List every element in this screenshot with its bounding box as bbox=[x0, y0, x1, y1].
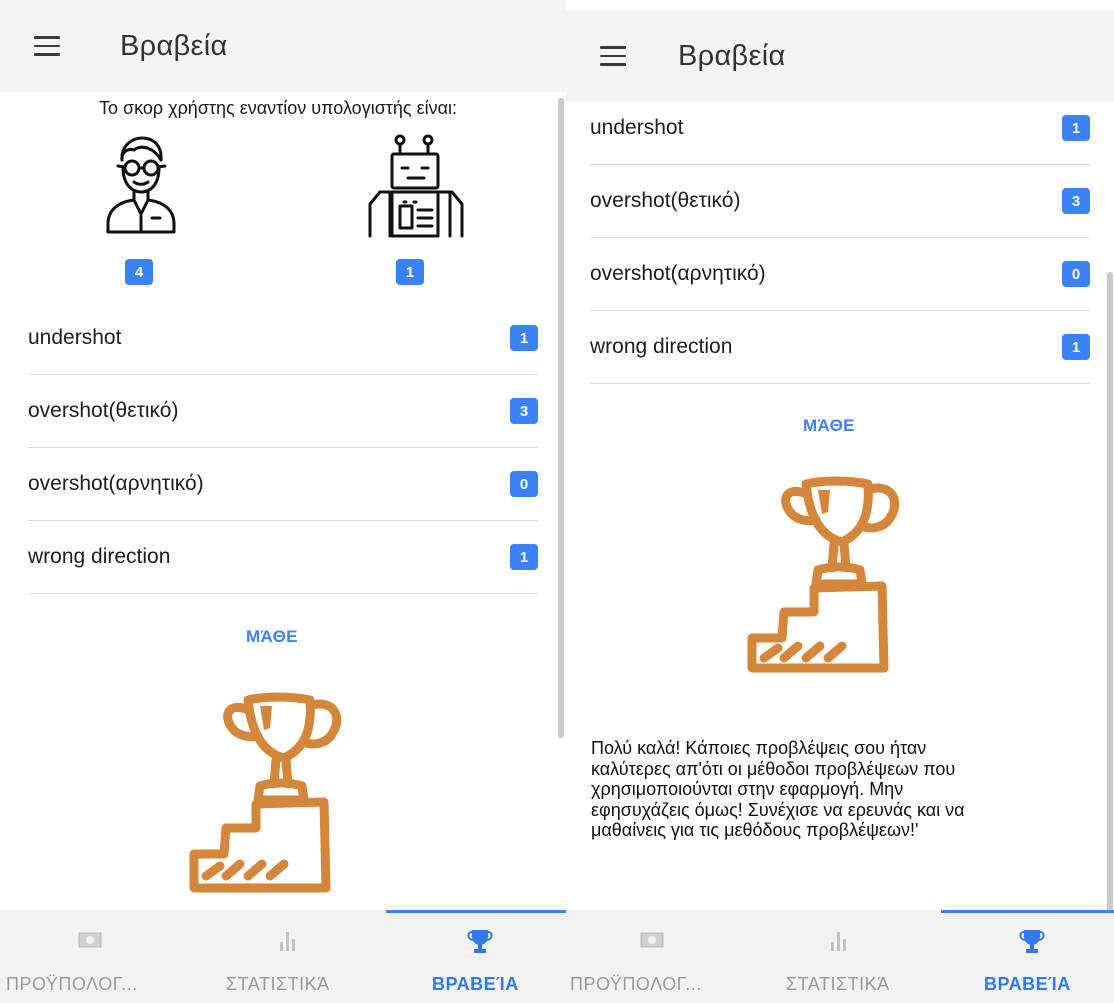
robot-icon bbox=[368, 134, 464, 238]
stat-label: overshot(αρνητικό) bbox=[590, 262, 766, 285]
trophy-icon bbox=[1019, 930, 1045, 953]
tab-statistics[interactable]: ΣΤΑΤΙΣΤΙΚΆ bbox=[766, 910, 926, 1003]
stat-list: undershot 1 overshot(θετικό) 3 overshot(… bbox=[590, 102, 1090, 384]
list-item: undershot 1 bbox=[590, 102, 1090, 165]
list-item: overshot(αρνητικό) 0 bbox=[590, 238, 1090, 311]
stat-count-badge: 3 bbox=[510, 398, 538, 424]
stat-label: wrong direction bbox=[28, 545, 171, 568]
list-item: overshot(θετικό) 3 bbox=[28, 375, 538, 448]
stat-count-badge: 1 bbox=[1062, 115, 1090, 141]
message-line: καλύτερες απ'ότι οι μέθοδοι προβλέψεων π… bbox=[591, 758, 956, 779]
scrollbar[interactable] bbox=[558, 98, 564, 738]
money-icon bbox=[640, 932, 664, 948]
page-title: Βραβεία bbox=[120, 29, 228, 62]
score-heading: Το σκορ χρήστης εναντίον υπολογιστής είν… bbox=[98, 98, 458, 118]
app-bar: Βραβεία bbox=[0, 0, 566, 92]
user-score-badge: 4 bbox=[125, 259, 153, 285]
stat-count-badge: 1 bbox=[1062, 334, 1090, 360]
stat-count-badge: 3 bbox=[1062, 188, 1090, 214]
app-bar: Βραβεία bbox=[566, 10, 1114, 102]
tab-label: ΒΡΑΒΕΊΑ bbox=[984, 974, 1071, 994]
message-line: εφησυχάζεις όμως! Συνέχισε να ερευνάς κα… bbox=[591, 799, 965, 820]
awards-content[interactable]: Το σκορ χρήστης εναντίον υπολογιστής είν… bbox=[0, 92, 566, 910]
stat-label: undershot bbox=[590, 116, 684, 139]
tab-budget[interactable]: ΠΡΟΫΠΟΛΟΓ... bbox=[0, 910, 180, 1003]
tab-label: ΣΤΑΤΙΣΤΙΚΆ bbox=[786, 974, 890, 994]
money-icon bbox=[78, 932, 102, 948]
tab-statistics[interactable]: ΣΤΑΤΙΣΤΙΚΆ bbox=[210, 910, 370, 1003]
stat-label: overshot(αρνητικό) bbox=[28, 472, 204, 495]
computer-score-badge: 1 bbox=[396, 259, 424, 285]
stat-list: undershot 1 overshot(θετικό) 3 overshot(… bbox=[28, 302, 538, 594]
stat-label: undershot bbox=[28, 326, 122, 349]
menu-icon[interactable] bbox=[600, 46, 626, 66]
trophy-on-podium-icon bbox=[189, 692, 342, 893]
screen-left: Βραβεία Το σκορ χρήστης εναντίον υπολογι… bbox=[0, 0, 566, 1003]
list-item: wrong direction 1 bbox=[28, 521, 538, 594]
learn-button[interactable]: ΜΆΘΕ bbox=[803, 416, 855, 436]
stat-count-badge: 0 bbox=[1062, 261, 1090, 287]
list-item: wrong direction 1 bbox=[590, 311, 1090, 384]
trophy-icon bbox=[467, 930, 493, 953]
stat-count-badge: 1 bbox=[510, 325, 538, 351]
tab-label: ΠΡΟΫΠΟΛΟΓ... bbox=[570, 974, 702, 994]
tab-awards[interactable]: ΒΡΑΒΕΊΑ bbox=[400, 910, 566, 1003]
message-line: χρησιμοποιούνται στην εφαρμογή. Μην bbox=[591, 779, 904, 799]
awards-content[interactable]: undershot 1 overshot(θετικό) 3 overshot(… bbox=[566, 102, 1114, 910]
bar-chart-icon bbox=[831, 932, 846, 951]
tab-budget[interactable]: ΠΡΟΫΠΟΛΟΓ... bbox=[566, 910, 746, 1003]
menu-icon[interactable] bbox=[34, 36, 60, 56]
learn-button[interactable]: ΜΆΘΕ bbox=[246, 627, 298, 647]
list-item: overshot(αρνητικό) 0 bbox=[28, 448, 538, 521]
message-line: Πολύ καλά! Κάποιες προβλέψεις σου ήταν bbox=[591, 738, 927, 758]
page-title: Βραβεία bbox=[678, 39, 786, 72]
message-line: μαθαίνεις για τις μεθόδους προβλέψεων!' bbox=[591, 820, 919, 840]
bottom-navigation: ΠΡΟΫΠΟΛΟΓ... ΣΤΑΤΙΣΤΙΚΆ ΒΡΑΒΕΊΑ bbox=[0, 910, 566, 1003]
tab-awards[interactable]: ΒΡΑΒΕΊΑ bbox=[956, 910, 1114, 1003]
list-item: overshot(θετικό) 3 bbox=[590, 165, 1090, 238]
list-item: undershot 1 bbox=[28, 302, 538, 375]
bottom-navigation: ΠΡΟΫΠΟΛΟΓ... ΣΤΑΤΙΣΤΙΚΆ ΒΡΑΒΕΊΑ bbox=[566, 910, 1114, 1003]
stat-label: wrong direction bbox=[590, 335, 733, 358]
user-with-glasses-icon bbox=[106, 136, 176, 234]
tab-label: ΠΡΟΫΠΟΛΟΓ... bbox=[6, 974, 138, 994]
screen-right: Βραβεία undershot 1 overshot(θετικό) 3 o… bbox=[566, 0, 1114, 1003]
trophy-on-podium-icon bbox=[747, 476, 900, 673]
result-message: Πολύ καλά! Κάποιες προβλέψεις σου ήταν κ… bbox=[591, 738, 1071, 841]
tab-label: ΣΤΑΤΙΣΤΙΚΆ bbox=[226, 974, 330, 994]
bar-chart-icon bbox=[280, 932, 295, 951]
stat-label: overshot(θετικό) bbox=[590, 189, 741, 212]
stat-label: overshot(θετικό) bbox=[28, 399, 179, 422]
stat-count-badge: 0 bbox=[510, 471, 538, 497]
tab-label: ΒΡΑΒΕΊΑ bbox=[432, 974, 519, 994]
stat-count-badge: 1 bbox=[510, 544, 538, 570]
scrollbar[interactable] bbox=[1107, 272, 1113, 910]
